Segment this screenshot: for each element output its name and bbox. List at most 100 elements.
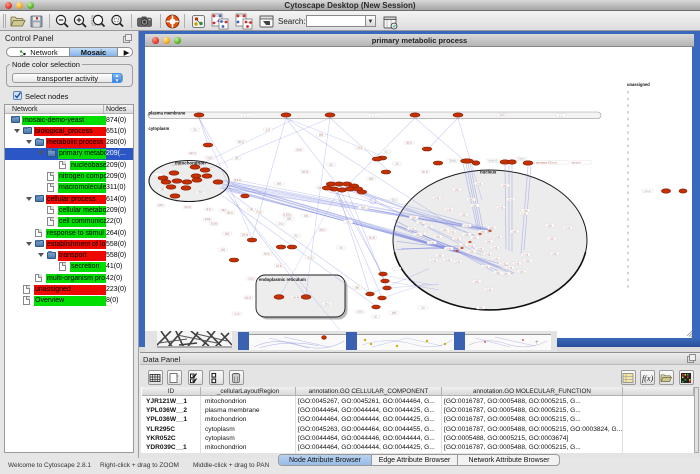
svg-text:(ab): (ab) xyxy=(469,198,473,201)
svg-text:(ab): (ab) xyxy=(225,233,229,236)
svg-text:(ab): (ab) xyxy=(455,188,459,191)
svg-text:(cd): (cd) xyxy=(304,215,308,218)
svg-text:(c): (c) xyxy=(385,151,388,154)
svg-text:(n a): (n a) xyxy=(508,198,513,201)
svg-text:(n a): (n a) xyxy=(464,224,469,227)
svg-text:(n a): (n a) xyxy=(455,260,460,263)
svg-text:(n a): (n a) xyxy=(492,246,497,249)
svg-text:(b): (b) xyxy=(194,129,197,132)
svg-text:(ab): (ab) xyxy=(158,204,162,207)
svg-text:(ab): (ab) xyxy=(319,134,323,137)
svg-text:[...]: [...] xyxy=(243,114,247,117)
svg-text:(d a): (d a) xyxy=(358,147,363,150)
svg-text:(ac b): (ac b) xyxy=(422,171,428,174)
svg-text:(n a): (n a) xyxy=(485,252,490,255)
svg-text:(c a): (c a) xyxy=(235,313,240,316)
svg-text:(ab): (ab) xyxy=(490,226,494,229)
svg-text:(b d): (b d) xyxy=(308,257,313,260)
svg-text:(n a): (n a) xyxy=(429,241,434,244)
svg-text:(ab): (ab) xyxy=(438,254,442,257)
svg-text:(a b): (a b) xyxy=(208,157,213,160)
svg-text:(db): (db) xyxy=(277,183,281,186)
svg-text:(mit a): (mit a) xyxy=(234,179,241,182)
svg-text:(db a): (db a) xyxy=(242,234,248,237)
svg-text:(a): (a) xyxy=(161,188,164,191)
svg-text:(n a): (n a) xyxy=(514,262,519,265)
svg-text:(ab): (ab) xyxy=(553,252,557,255)
svg-text:(ab): (ab) xyxy=(487,240,491,243)
svg-text:(n a): (n a) xyxy=(476,182,481,185)
svg-text:(bcd): (bcd) xyxy=(296,149,302,152)
svg-text:(b): (b) xyxy=(235,157,238,160)
svg-text:(a c): (a c) xyxy=(279,223,284,226)
svg-text:(s-ad ef): (s-ad ef) xyxy=(489,160,498,163)
svg-text:(ab): (ab) xyxy=(475,280,479,283)
svg-text:(ab c): (ab c) xyxy=(227,212,233,215)
svg-text:nucleus: nucleus xyxy=(480,170,497,175)
svg-text:(ab c): (ab c) xyxy=(189,152,195,155)
svg-text:(n a): (n a) xyxy=(477,247,482,250)
svg-text:(n a): (n a) xyxy=(501,262,506,265)
svg-text:(ab): (ab) xyxy=(481,230,485,233)
svg-text:endoplasmic reticulum: endoplasmic reticulum xyxy=(259,277,306,282)
svg-text:mitochondrion: mitochondrion xyxy=(175,161,206,166)
svg-text:(n a): (n a) xyxy=(493,257,498,260)
svg-text:(ab): (ab) xyxy=(548,224,552,227)
svg-text:(ab d): (ab d) xyxy=(245,297,251,300)
svg-text:cytoplasm: cytoplasm xyxy=(149,126,170,131)
svg-text:(er a): (er a) xyxy=(293,296,299,299)
svg-text:(a c): (a c) xyxy=(325,303,330,306)
svg-text:(ab c): (ab c) xyxy=(238,141,244,144)
svg-text:annotation.GO tr xx: annotation.GO tr xx xyxy=(536,161,558,164)
svg-text:(n a): (n a) xyxy=(486,288,491,291)
svg-text:[..]: [..] xyxy=(560,114,563,117)
svg-text:(nico): (nico) xyxy=(519,158,525,161)
svg-text:(ab): (ab) xyxy=(416,233,420,236)
svg-text:(bc): (bc) xyxy=(198,191,202,194)
svg-text:(ab): (ab) xyxy=(369,178,373,181)
svg-text:(a c): (a c) xyxy=(206,208,211,211)
svg-text:(ab): (ab) xyxy=(520,270,524,273)
svg-text:(n a): (n a) xyxy=(454,237,459,240)
svg-text:(c): (c) xyxy=(422,307,425,310)
svg-text:(a): (a) xyxy=(250,208,253,211)
svg-text:(n a): (n a) xyxy=(445,258,450,261)
svg-text:plasma membrane: plasma membrane xyxy=(149,111,186,116)
svg-text:(ab): (ab) xyxy=(412,216,416,219)
svg-text:(ab): (ab) xyxy=(419,221,423,224)
svg-text:(ab): (ab) xyxy=(221,249,225,252)
svg-text:(bd c): (bd c) xyxy=(264,253,270,256)
svg-text:(ab d): (ab d) xyxy=(302,171,308,174)
svg-text:(cd a): (cd a) xyxy=(276,265,282,268)
svg-text:(ab): (ab) xyxy=(462,243,466,246)
svg-text:+: + xyxy=(535,340,539,346)
svg-text:(n a): (n a) xyxy=(483,265,488,268)
svg-text:(ab): (ab) xyxy=(392,312,396,315)
svg-text:(n a): (n a) xyxy=(446,247,451,250)
svg-text:(d b): (d b) xyxy=(358,311,363,314)
svg-text:(ab): (ab) xyxy=(526,259,530,262)
svg-text:(r b): (r b) xyxy=(266,129,271,132)
svg-text:(ab): (ab) xyxy=(287,218,291,221)
svg-text:(ab): (ab) xyxy=(470,250,474,253)
svg-text:(c 21b): (c 21b) xyxy=(283,214,291,217)
svg-text:(ab): (ab) xyxy=(550,237,554,240)
svg-text:(a): (a) xyxy=(340,247,343,250)
svg-text:(ab): (ab) xyxy=(443,228,447,231)
svg-text:f(x): f(x) xyxy=(642,374,653,383)
svg-text:(bc d): (bc d) xyxy=(369,237,375,240)
svg-text:[...]: [...] xyxy=(371,114,375,117)
svg-text:(b a): (b a) xyxy=(257,211,262,214)
svg-text:(ab): (ab) xyxy=(473,204,477,207)
svg-text:(5 db): (5 db) xyxy=(211,223,217,226)
svg-text:(ab): (ab) xyxy=(436,235,440,238)
svg-text:(n a): (n a) xyxy=(523,253,528,256)
svg-text:(ab): (ab) xyxy=(513,230,517,233)
svg-text:(n a): (n a) xyxy=(495,235,500,238)
svg-text:(db): (db) xyxy=(355,287,359,290)
svg-text:(ab): (ab) xyxy=(427,225,431,228)
svg-text:(n a): (n a) xyxy=(446,208,451,211)
svg-text:(b): (b) xyxy=(295,235,298,238)
svg-text:(n a): (n a) xyxy=(521,212,526,215)
svg-text:(n a): (n a) xyxy=(431,259,436,262)
